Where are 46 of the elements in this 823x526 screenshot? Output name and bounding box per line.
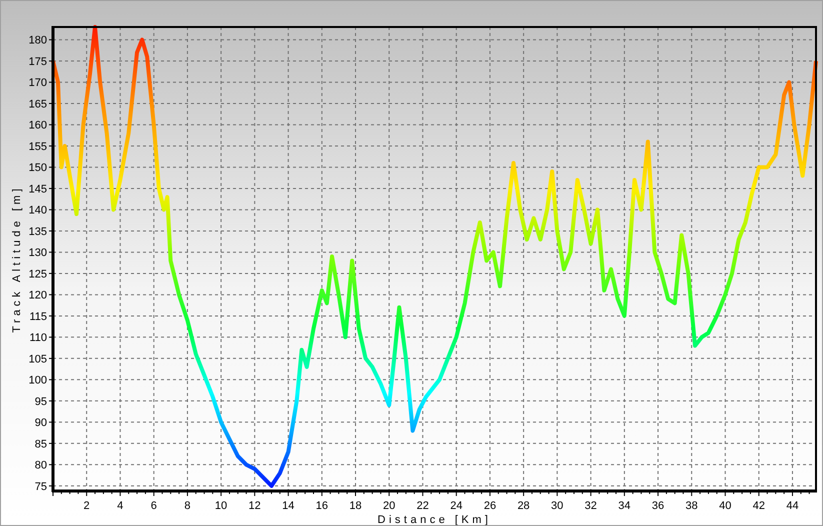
tick-label: 170 <box>28 77 47 90</box>
tick-label: 2 <box>84 500 90 512</box>
tick-label: 155 <box>28 140 47 153</box>
tick-label: 120 <box>28 290 47 302</box>
tick-label: 150 <box>28 162 47 174</box>
tick-label: 12 <box>248 500 261 512</box>
tick-label: 130 <box>28 247 47 260</box>
tick-label: 105 <box>28 353 47 366</box>
axis-title: Track Altitude [m] <box>11 185 23 333</box>
tick-label: 80 <box>34 460 47 472</box>
tick-label: 165 <box>28 98 47 110</box>
tick-label: 160 <box>28 120 47 132</box>
tick-label: 24 <box>450 500 462 512</box>
tick-label: 4 <box>117 500 124 512</box>
tick-label: 90 <box>34 417 47 430</box>
tick-label: 125 <box>28 268 47 280</box>
tick-label: 115 <box>29 310 47 323</box>
tick-label: 85 <box>34 438 47 450</box>
axis-title: Distance [Km] <box>378 514 492 525</box>
tick-label: 100 <box>28 374 47 387</box>
tick-label: 145 <box>28 183 47 196</box>
tick-label: 28 <box>517 500 530 512</box>
tick-label: 42 <box>752 500 765 512</box>
tick-label: 18 <box>349 500 362 512</box>
tick-label: 32 <box>584 500 597 512</box>
tick-label: 40 <box>719 500 732 512</box>
tick-label: 175 <box>28 56 47 68</box>
tick-label: 38 <box>686 500 698 512</box>
tick-label: 44 <box>786 500 799 512</box>
tick-label: 16 <box>316 500 328 512</box>
tick-label: 20 <box>383 500 396 512</box>
tick-label: 10 <box>214 500 228 512</box>
tick-label: 110 <box>29 332 47 344</box>
tick-label: 22 <box>416 500 429 512</box>
tick-label: 34 <box>618 500 631 512</box>
tick-label: 36 <box>652 500 664 512</box>
tick-label: 75 <box>34 480 47 493</box>
tick-label: 8 <box>184 500 190 512</box>
tick-label: 95 <box>34 396 47 408</box>
tick-label: 14 <box>282 500 294 512</box>
tick-label: 180 <box>28 34 47 47</box>
tick-label: 140 <box>28 204 47 217</box>
tick-label: 30 <box>551 500 564 512</box>
tick-label: 135 <box>28 226 47 238</box>
tick-label: 6 <box>150 500 157 512</box>
tick-label: 26 <box>484 500 496 512</box>
